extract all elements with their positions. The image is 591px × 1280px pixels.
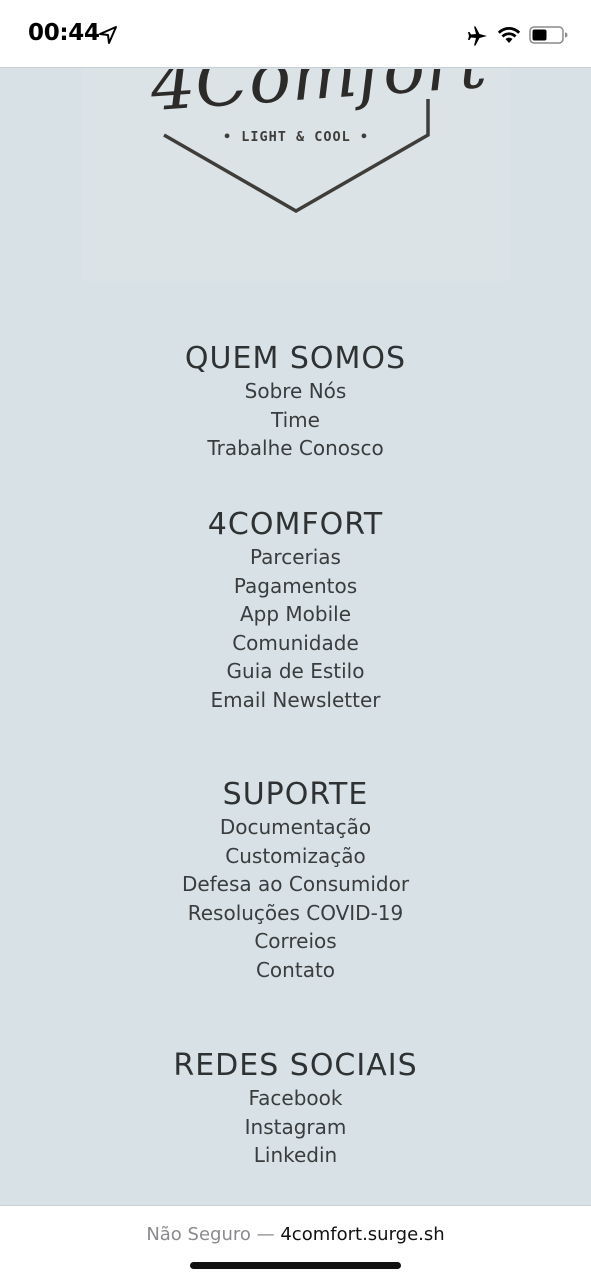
logo-brand-text: 4Comfort: [147, 69, 490, 127]
url-display[interactable]: Não Seguro — 4comfort.surge.sh: [0, 1224, 591, 1245]
footer-link-time[interactable]: Time: [0, 406, 591, 435]
status-bar: 00:44: [0, 0, 591, 68]
location-arrow-icon: [99, 26, 117, 44]
link-list: Parcerias Pagamentos App Mobile Comunida…: [0, 543, 591, 715]
url-domain: 4comfort.surge.sh: [280, 1224, 445, 1245]
wifi-icon: [497, 27, 521, 43]
page-content: 4Comfort • LIGHT & COOL • QUEM SOMOS Sob…: [0, 69, 591, 1205]
footer-section-quem-somos: QUEM SOMOS Sobre Nós Time Trabalhe Conos…: [0, 341, 591, 463]
footer-link-pagamentos[interactable]: Pagamentos: [0, 572, 591, 601]
footer-link-correios[interactable]: Correios: [0, 927, 591, 956]
status-time: 00:44: [28, 20, 100, 46]
footer-section-redes-sociais: REDES SOCIAIS Facebook Instagram Linkedi…: [0, 1048, 591, 1170]
security-label: Não Seguro —: [146, 1224, 275, 1245]
link-list: Sobre Nós Time Trabalhe Conosco: [0, 377, 591, 463]
browser-url-bar[interactable]: Não Seguro — 4comfort.surge.sh: [0, 1205, 591, 1280]
footer-link-comunidade[interactable]: Comunidade: [0, 629, 591, 658]
section-title: 4COMFORT: [207, 507, 384, 542]
home-indicator[interactable]: [190, 1262, 401, 1269]
footer-link-facebook[interactable]: Facebook: [0, 1084, 591, 1113]
airplane-icon: [468, 26, 487, 46]
link-list: Facebook Instagram Linkedin: [0, 1084, 591, 1170]
footer-link-email-newsletter[interactable]: Email Newsletter: [0, 686, 591, 715]
battery-icon: [529, 26, 568, 44]
footer-link-linkedin[interactable]: Linkedin: [0, 1141, 591, 1170]
footer-link-sobre-nos[interactable]: Sobre Nós: [0, 377, 591, 406]
section-title: SUPORTE: [222, 777, 369, 812]
footer-link-guia-de-estilo[interactable]: Guia de Estilo: [0, 657, 591, 686]
footer-link-instagram[interactable]: Instagram: [0, 1113, 591, 1142]
logo-graphic: 4Comfort • LIGHT & COOL •: [147, 69, 490, 214]
footer-section-4comfort: 4COMFORT Parcerias Pagamentos App Mobile…: [0, 507, 591, 715]
footer-link-contato[interactable]: Contato: [0, 956, 591, 985]
section-title: REDES SOCIAIS: [173, 1048, 418, 1083]
footer-link-trabalhe-conosco[interactable]: Trabalhe Conosco: [0, 434, 591, 463]
footer-link-app-mobile[interactable]: App Mobile: [0, 600, 591, 629]
footer-section-suporte: SUPORTE Documentação Customização Defesa…: [0, 777, 591, 985]
footer-link-parcerias[interactable]: Parcerias: [0, 543, 591, 572]
brand-logo[interactable]: 4Comfort • LIGHT & COOL •: [82, 69, 510, 281]
link-list: Documentação Customização Defesa ao Cons…: [0, 813, 591, 985]
footer-link-documentacao[interactable]: Documentação: [0, 813, 591, 842]
footer-link-defesa-consumidor[interactable]: Defesa ao Consumidor: [0, 870, 591, 899]
section-title: QUEM SOMOS: [184, 341, 407, 376]
logo-tagline: • LIGHT & COOL •: [223, 129, 369, 145]
footer-link-covid-19[interactable]: Resoluções COVID-19: [0, 899, 591, 928]
footer-link-customizacao[interactable]: Customização: [0, 842, 591, 871]
